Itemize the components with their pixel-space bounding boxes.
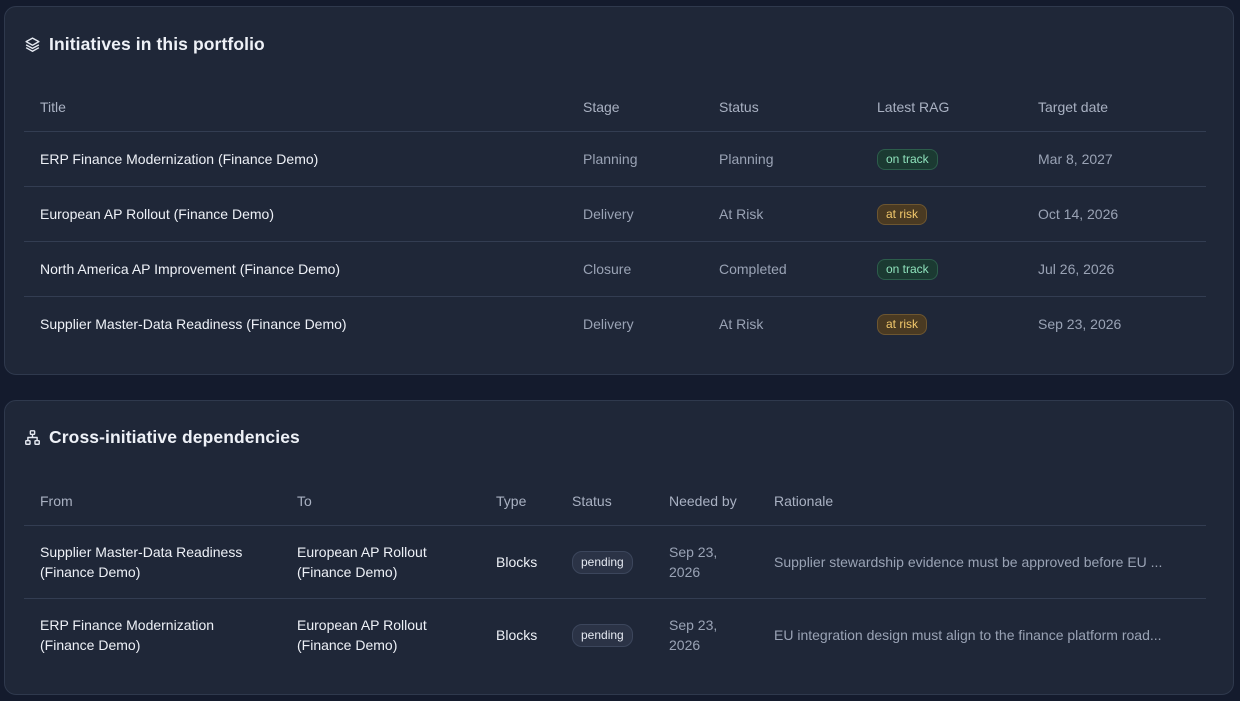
initiative-stage: Delivery bbox=[583, 316, 634, 332]
table-row[interactable]: North America AP Improvement (Finance De… bbox=[24, 241, 1206, 297]
rag-cell: at risk bbox=[861, 297, 1022, 352]
initiative-title[interactable]: ERP Finance Modernization (Finance Demo) bbox=[24, 131, 567, 187]
rag-badge: on track bbox=[877, 148, 938, 170]
initiative-status: At Risk bbox=[703, 186, 861, 242]
table-row[interactable]: Supplier Master-Data Readiness (Finance … bbox=[24, 525, 1206, 599]
dependency-rationale: Supplier stewardship evidence must be ap… bbox=[758, 525, 1206, 599]
dependency-rationale: EU integration design must align to the … bbox=[774, 627, 1162, 643]
initiative-title[interactable]: European AP Rollout (Finance Demo) bbox=[24, 186, 567, 242]
col-target-date[interactable]: Target date bbox=[1022, 82, 1206, 132]
initiative-status: Completed bbox=[703, 241, 861, 297]
initiatives-table: Title Stage Status Latest RAG Target dat… bbox=[24, 82, 1206, 351]
initiative-target-date: Sep 23, 2026 bbox=[1038, 316, 1122, 332]
layers-icon bbox=[24, 36, 41, 53]
initiative-status: At Risk bbox=[719, 316, 764, 332]
initiative-stage: Closure bbox=[567, 241, 703, 297]
dependency-to[interactable]: European AP Rollout (Finance Demo) bbox=[281, 525, 480, 599]
table-row[interactable]: ERP Finance Modernization (Finance Demo)… bbox=[24, 599, 1206, 672]
initiative-title[interactable]: North America AP Improvement (Finance De… bbox=[24, 241, 567, 297]
dependencies-header: Cross-initiative dependencies bbox=[24, 427, 300, 448]
dependency-from[interactable]: ERP Finance Modernization (Finance Demo) bbox=[24, 599, 281, 672]
initiative-target-date: Mar 8, 2027 bbox=[1022, 131, 1206, 187]
initiative-stage: Delivery bbox=[567, 186, 703, 242]
dependency-status-cell: pending bbox=[556, 525, 653, 599]
table-row[interactable]: European AP Rollout (Finance Demo) Deliv… bbox=[24, 186, 1206, 242]
dependency-status-cell: pending bbox=[556, 599, 653, 672]
col-title[interactable]: Title bbox=[24, 82, 567, 132]
initiatives-header: Initiatives in this portfolio bbox=[24, 34, 265, 55]
initiatives-title: Initiatives in this portfolio bbox=[49, 34, 265, 54]
col-needed-by[interactable]: Needed by bbox=[653, 476, 758, 526]
dependencies-title: Cross-initiative dependencies bbox=[49, 427, 300, 447]
rag-badge: at risk bbox=[877, 313, 928, 335]
col-to[interactable]: To bbox=[281, 476, 480, 526]
page: Initiatives in this portfolio Title Stag… bbox=[0, 0, 1240, 701]
initiative-status: Planning bbox=[703, 131, 861, 187]
dependency-type: Blocks bbox=[480, 525, 556, 599]
col-status[interactable]: Status bbox=[556, 476, 653, 526]
rag-cell: on track bbox=[861, 131, 1022, 187]
initiative-stage: Planning bbox=[567, 131, 703, 187]
col-stage[interactable]: Stage bbox=[567, 82, 703, 132]
initiative-title[interactable]: Supplier Master-Data Readiness (Finance … bbox=[24, 297, 567, 352]
rag-badge: on track bbox=[877, 258, 938, 280]
table-row[interactable]: ERP Finance Modernization (Finance Demo)… bbox=[24, 131, 1206, 187]
status-badge: pending bbox=[572, 550, 633, 574]
dependency-from[interactable]: Supplier Master-Data Readiness (Finance … bbox=[24, 525, 281, 599]
rag-badge: at risk bbox=[877, 203, 928, 225]
col-status[interactable]: Status bbox=[703, 82, 861, 132]
table-row[interactable]: Supplier Master-Data Readiness (Finance … bbox=[24, 297, 1206, 352]
rag-cell: on track bbox=[861, 241, 1022, 297]
dependencies-header-row: From To Type Status Needed by Rationale bbox=[24, 476, 1206, 526]
col-rationale[interactable]: Rationale bbox=[758, 476, 1206, 526]
dependency-to[interactable]: European AP Rollout (Finance Demo) bbox=[281, 599, 480, 672]
status-badge: pending bbox=[572, 623, 633, 647]
initiatives-header-row: Title Stage Status Latest RAG Target dat… bbox=[24, 82, 1206, 132]
dependency-needed-by: Sep 23, 2026 bbox=[669, 617, 718, 653]
col-latest-rag[interactable]: Latest RAG bbox=[861, 82, 1022, 132]
initiative-target-date: Oct 14, 2026 bbox=[1022, 186, 1206, 242]
initiative-target-date: Jul 26, 2026 bbox=[1022, 241, 1206, 297]
dependencies-table: From To Type Status Needed by Rationale … bbox=[24, 476, 1206, 671]
col-type[interactable]: Type bbox=[480, 476, 556, 526]
dependency-type: Blocks bbox=[496, 627, 538, 643]
col-from[interactable]: From bbox=[24, 476, 281, 526]
dependency-needed-by: Sep 23, 2026 bbox=[653, 525, 758, 599]
rag-cell: at risk bbox=[861, 186, 1022, 242]
network-icon bbox=[24, 429, 41, 446]
